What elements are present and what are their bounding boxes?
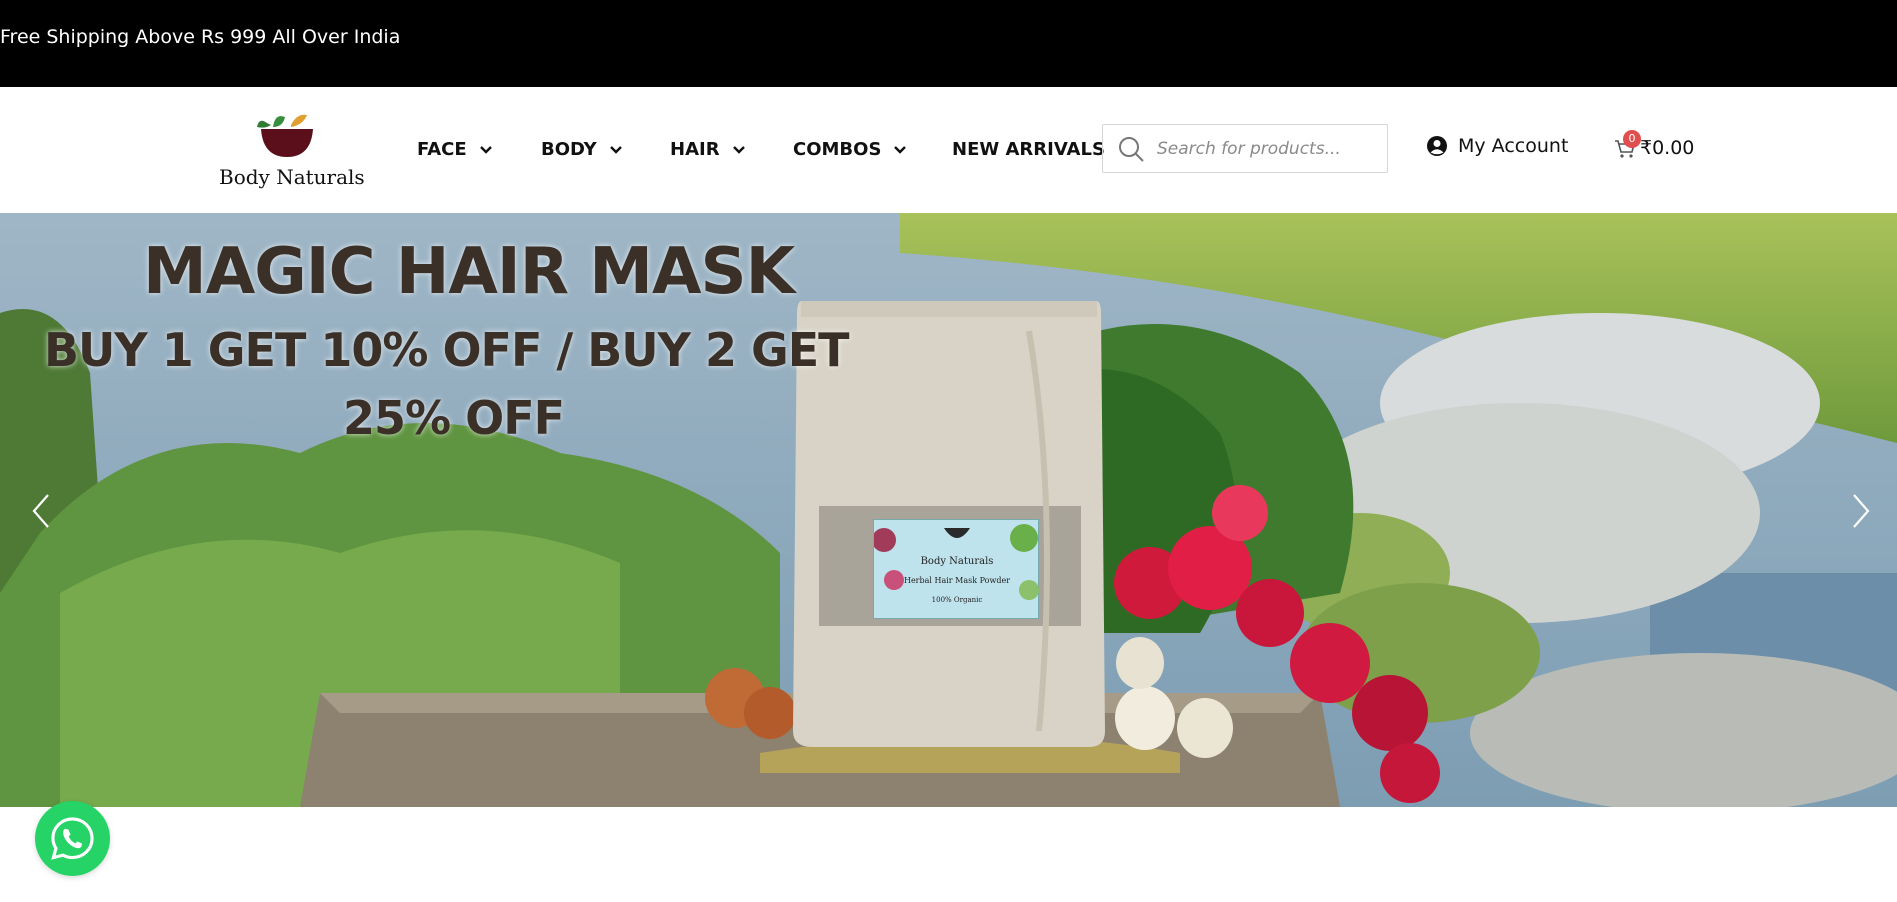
account-label: My Account — [1458, 135, 1569, 157]
nav-combos[interactable]: COMBOS — [793, 139, 907, 160]
hero-slider: Body Naturals Herbal Hair Mask Powder 10… — [0, 213, 1897, 807]
cart-button[interactable]: 0 ₹0.00 — [1614, 130, 1694, 165]
chevron-down-icon — [732, 145, 745, 154]
chevron-down-icon — [894, 145, 907, 154]
cart-count-badge: 0 — [1623, 130, 1641, 148]
product-search[interactable] — [1102, 124, 1388, 173]
slider-next-arrow-icon[interactable] — [1850, 491, 1874, 531]
brand-logo[interactable]: Body Naturals — [217, 113, 365, 189]
chevron-down-icon — [479, 145, 492, 154]
nav-face-label: FACE — [417, 139, 467, 160]
whatsapp-icon — [51, 817, 94, 860]
chevron-down-icon — [609, 145, 622, 154]
nav-new-arrivals[interactable]: NEW ARRIVALS — [952, 139, 1105, 160]
label-organic-note: 100% Organic — [931, 596, 983, 604]
nav-face[interactable]: FACE — [417, 139, 493, 160]
whatsapp-chat-button[interactable] — [35, 801, 110, 876]
nav-body[interactable]: BODY — [541, 139, 623, 160]
hero-offer-line-2: 25% OFF — [343, 391, 565, 445]
nav-new-arrivals-label: NEW ARRIVALS — [952, 139, 1105, 160]
nav-body-label: BODY — [541, 139, 597, 160]
hero-offer-line-1: BUY 1 GET 10% OFF / BUY 2 GET — [44, 323, 850, 377]
my-account-link[interactable]: My Account — [1426, 135, 1568, 157]
search-icon — [1119, 136, 1144, 162]
label-brand: Body Naturals — [920, 556, 994, 567]
hero-title: MAGIC HAIR MASK — [143, 235, 795, 309]
nav-hair[interactable]: HAIR — [670, 139, 746, 160]
site-header: Body Naturals FACE BODY HAIR COMBOS NEW … — [0, 87, 1897, 213]
user-circle-icon — [1427, 136, 1447, 156]
slider-prev-arrow-icon[interactable] — [28, 491, 52, 531]
announcement-text: Free Shipping Above Rs 999 All Over Indi… — [0, 26, 401, 48]
announcement-bar: Free Shipping Above Rs 999 All Over Indi… — [0, 0, 1897, 87]
logo-bowl-icon — [257, 114, 313, 157]
nav-combos-label: COMBOS — [793, 139, 882, 160]
search-input[interactable] — [1155, 137, 1379, 160]
brand-name: Body Naturals — [219, 165, 365, 189]
cart-total: ₹0.00 — [1640, 137, 1695, 159]
nav-hair-label: HAIR — [670, 139, 720, 160]
label-floral-pattern — [874, 524, 1039, 600]
label-product-name: Herbal Hair Mask Powder — [903, 576, 1011, 585]
product-label: Body Naturals Herbal Hair Mask Powder 10… — [873, 519, 1039, 619]
